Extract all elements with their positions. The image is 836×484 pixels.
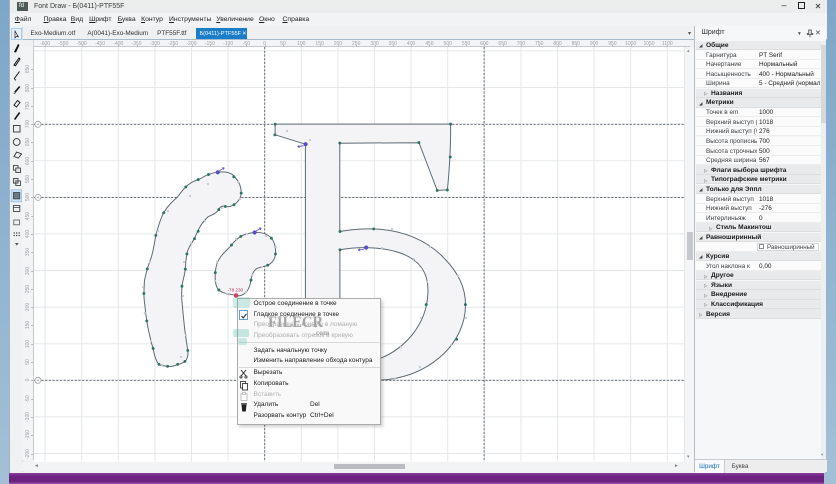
svg-text:-78 230: -78 230 xyxy=(228,288,244,293)
